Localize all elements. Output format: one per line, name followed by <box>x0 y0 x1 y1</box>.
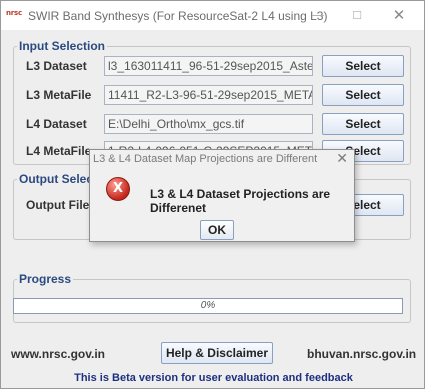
window-title: SWIR Band Synthesys (For ResourceSat-2 L… <box>28 9 328 23</box>
l4-dataset-field[interactable]: E:\Delhi_Ortho\mx_gcs.tif <box>104 114 313 134</box>
minimize-button[interactable]: — <box>301 1 335 30</box>
dialog-ok-button[interactable]: OK <box>200 220 234 240</box>
input-selection-title: Input Selection <box>17 39 108 53</box>
app-logo-icon: nrsc <box>6 9 22 17</box>
bhuvan-website-link[interactable]: bhuvan.nrsc.gov.in <box>307 347 416 361</box>
l4-dataset-label: L4 Dataset <box>26 117 87 131</box>
main-window: nrsc SWIR Band Synthesys (For ResourceSa… <box>0 0 425 389</box>
l3-dataset-label: L3 Dataset <box>26 59 87 73</box>
dialog-message: L3 & L4 Dataset Projections are Differen… <box>150 187 331 215</box>
title-bar: nrsc SWIR Band Synthesys (For ResourceSa… <box>1 1 424 30</box>
progress-title: Progress <box>17 272 74 286</box>
l3-metafile-field[interactable]: 11411_R2-L3-96-51-29sep2015_META.txt <box>104 85 313 105</box>
progress-bar: 0% <box>13 298 403 314</box>
close-button[interactable]: ✕ <box>382 1 416 30</box>
nrsc-website-link[interactable]: www.nrsc.gov.in <box>11 347 105 361</box>
l3-metafile-label: L3 MetaFile <box>26 88 92 102</box>
l4-metafile-label: L4 MetaFile <box>26 144 92 158</box>
beta-notice: This is Beta version for user evaluation… <box>74 372 353 384</box>
help-disclaimer-button[interactable]: Help & Disclaimer <box>161 342 273 364</box>
l3-dataset-field[interactable]: l3_163011411_96-51-29sep2015_Aster.tif <box>104 56 313 76</box>
progress-text: 0% <box>200 300 216 311</box>
l3-dataset-select-button[interactable]: Select <box>322 55 404 77</box>
dialog-title: L3 & L4 Dataset Map Projections are Diff… <box>93 153 318 165</box>
l3-metafile-select-button[interactable]: Select <box>322 84 404 106</box>
error-icon: X <box>106 177 130 201</box>
maximize-button[interactable]: ☐ <box>340 1 374 30</box>
l4-dataset-select-button[interactable]: Select <box>322 113 404 135</box>
dialog-close-icon[interactable]: ✕ <box>336 151 348 167</box>
output-file-label: Output File <box>26 198 90 212</box>
projection-error-dialog: L3 & L4 Dataset Map Projections are Diff… <box>89 149 355 242</box>
